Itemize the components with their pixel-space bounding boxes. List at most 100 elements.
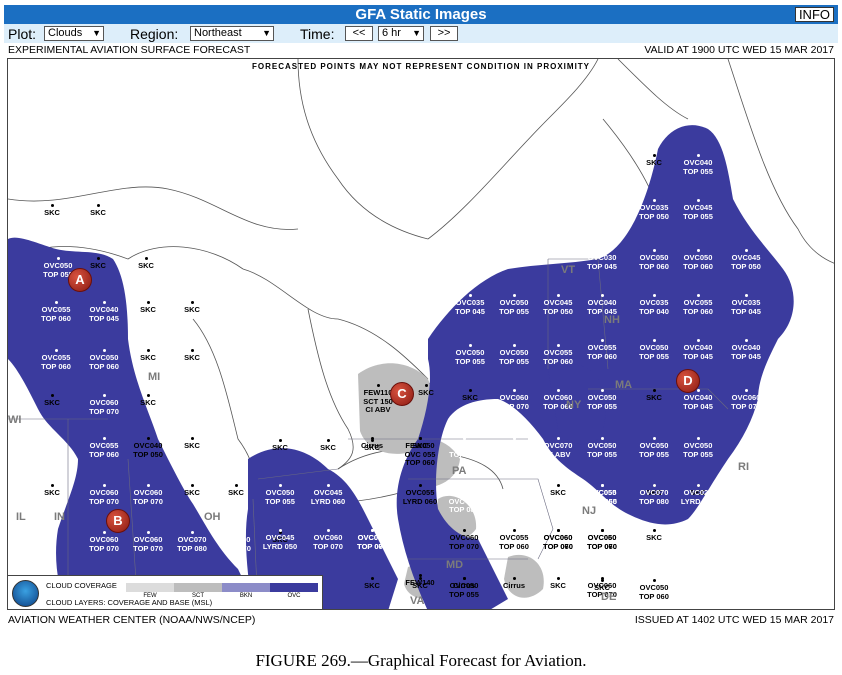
station-label: OVC040 TOP 055 [676,154,720,176]
station-dot-icon [96,204,100,207]
station-text: TOP 055 [449,589,479,599]
station-text: SKC [228,488,244,497]
station-text: TOP 060 [89,449,119,459]
station-label: SKC [170,349,214,363]
state-label-ny: NY [566,399,582,411]
station-dot-icon [696,484,700,487]
station-dot-icon [600,577,604,580]
station-text: TOP 055 [683,166,713,176]
station-label: OVC055 TOP 060 [676,294,720,316]
station-dot-icon [468,344,472,347]
station-dot-icon [370,529,374,532]
station-text: TOP 070 [89,406,119,416]
station-label: OVC040 TOP 045 [676,339,720,361]
station-dot-icon [146,394,150,397]
cloud-area-ovc [8,237,253,609]
time-prev-button[interactable]: << [345,26,373,41]
station-label: OVC060 TOP 070 [126,484,170,506]
station-label: OVC050 TOP 055 [258,484,302,506]
time-select-value: 6 hr [382,27,401,39]
station-label: OVC040 TOP 045 [676,389,720,411]
station-label: SKC [170,437,214,451]
station-dot-icon [326,439,330,442]
station-text: TOP 055 [587,449,617,459]
station-label: OVC055 TOP 060 [34,301,78,323]
station-label: OVC070 CI ABV [536,437,580,459]
legend-ovc-label: OVC [287,593,301,599]
info-button[interactable]: INFO [794,7,834,22]
region-select-value: Northeast [194,27,242,39]
figure-caption: FIGURE 269.—Graphical Forecast for Aviat… [255,651,587,670]
station-text: TOP 070 [587,541,617,551]
station-label: OVC050 TOP 055 [492,294,536,316]
station-dot-icon [190,349,194,352]
valid-time: VALID AT 1900 UTC WED 15 MAR 2017 [644,44,834,56]
plot-label: Plot: [8,26,37,42]
station-label: SKC [632,529,676,543]
station-text: SKC [184,353,200,362]
state-label-nj: NJ [582,505,597,517]
station-dot-icon [56,257,60,260]
station-dot-icon [50,394,54,397]
forecast-map[interactable]: FORECASTED POINTS MAY NOT REPRESENT COND… [7,58,835,610]
station-text: CI ABV [501,458,527,467]
station-text: TOP 055 [499,306,529,316]
station-dot-icon [652,437,656,440]
station-dot-icon [512,529,516,532]
station-dot-icon [744,249,748,252]
time-select[interactable]: 6 hr ▼ [378,26,424,41]
station-text: TOP 070 [221,543,251,553]
station-dot-icon [556,344,560,347]
station-dot-icon [696,339,700,342]
station-text: SKC [184,441,200,450]
plot-select[interactable]: Clouds ▼ [44,26,104,41]
area-marker-b[interactable]: B [106,509,130,533]
station-dot-icon [50,484,54,487]
station-text: LYRD 050 [262,541,298,551]
region-select[interactable]: Northeast ▼ [190,26,274,41]
area-marker-c[interactable]: C [390,382,414,406]
station-text: TOP 045 [731,306,761,316]
time-next-button[interactable]: >> [430,26,458,41]
station-dot-icon [146,437,150,440]
station-text: TOP 080 [449,505,479,514]
station-dot-icon [146,484,150,487]
station-text: TOP 055 [683,211,713,221]
station-label: OVC050 TOP 055 [492,344,536,366]
state-label-pa: PA [452,465,467,477]
map-footer: AVIATION WEATHER CENTER (NOAA/NWS/NCEP) … [4,614,838,628]
station-dot-icon [190,437,194,440]
station-dot-icon [102,531,106,534]
station-text: SKC [550,581,566,590]
station-label: OVC040 TOP 050 [126,437,170,459]
area-marker-d[interactable]: D [676,369,700,393]
station-text: SKC [44,208,60,217]
legend-bkn-swatch [222,583,270,592]
station-dot-icon [744,339,748,342]
station-text: TOP 070 [89,543,119,553]
station-label: FEW050 OVC 055 TOP 060 [398,437,442,468]
station-label: OVC050 TOP 055 [580,484,624,506]
station-text: TOP 050 [639,211,669,221]
station-label: OVC050 TOP 060 [632,579,676,601]
station-dot-icon [418,574,422,577]
station-label: OVC055 TOP 060 [34,349,78,371]
station-label: OVC060 TOP 070 [214,531,258,553]
time-label: Time: [300,26,335,42]
station-dot-icon [102,437,106,440]
station-text: TOP 070 [89,496,119,506]
station-dot-icon [600,389,604,392]
station-label: FEW140 [398,574,442,588]
station-text: TOP 060 [89,361,119,371]
station-label: SKC [632,154,676,168]
station-label: Cirrus [350,437,394,451]
area-marker-a[interactable]: A [68,268,92,292]
station-label: OVC045 TOP 055 [676,199,720,221]
station-label: OVC050 TOP 055 [632,339,676,361]
legend-layers-title: CLOUD LAYERS: COVERAGE AND BASE (MSL) [46,598,213,607]
station-text: TOP 045 [89,313,119,323]
station-label: SKC [76,204,120,218]
station-dot-icon [370,577,374,580]
gfa-page: GFA Static Images INFO Plot: Clouds ▼ Re… [0,0,842,675]
state-label-nh: NH [604,314,620,326]
